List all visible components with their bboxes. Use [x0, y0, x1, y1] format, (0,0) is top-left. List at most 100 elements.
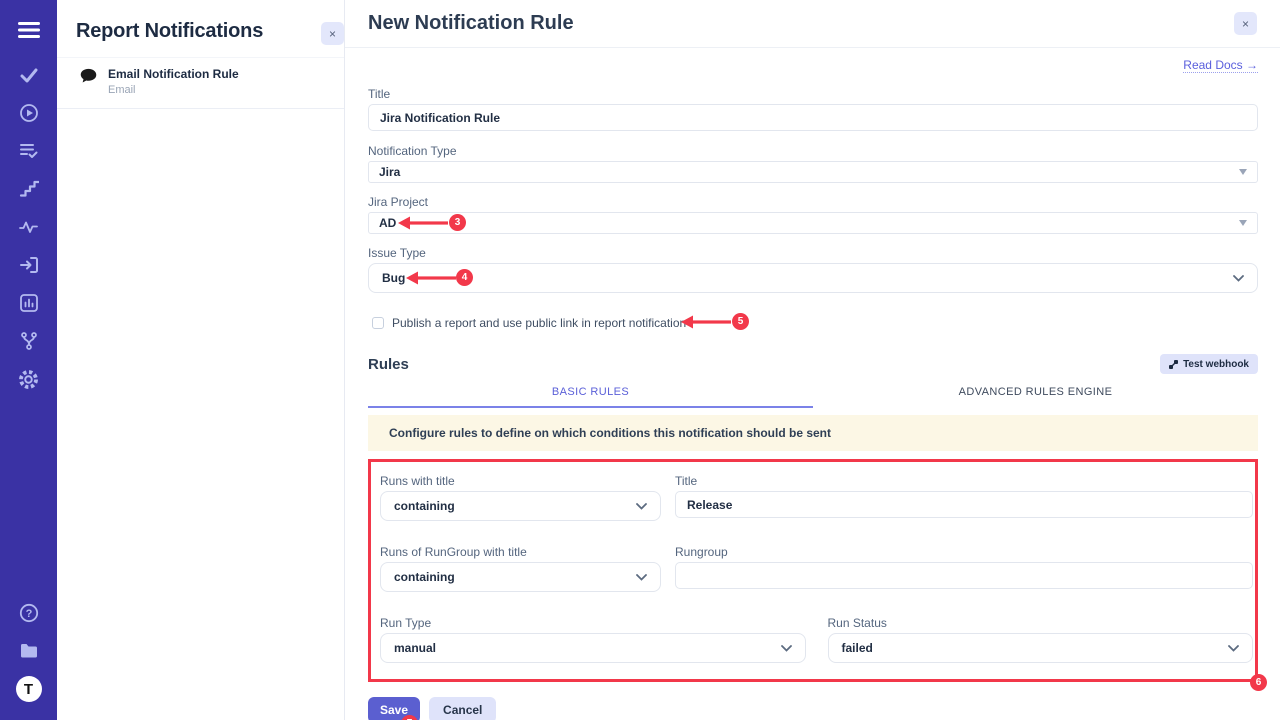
issue-type-value: Bug — [382, 271, 405, 285]
brand-letter: T — [24, 681, 33, 698]
list-item-text: Email Notification Rule Email — [108, 67, 239, 96]
chevron-down-icon — [636, 574, 647, 581]
runs-of-rungroup-label: Runs of RunGroup with title — [380, 545, 661, 559]
jira-project-value: AD — [379, 216, 396, 230]
run-status-label: Run Status — [828, 616, 1254, 630]
run-title-label: Title — [675, 474, 1253, 488]
sidebar-item-branches[interactable] — [0, 322, 57, 360]
annotation-marker-5: 5 — [732, 313, 749, 330]
rungroup-title-row: Runs of RunGroup with title containing R… — [380, 545, 1253, 592]
sidebar-item-test-plans[interactable] — [0, 132, 57, 170]
rungroup-field: Rungroup — [675, 545, 1253, 592]
publish-checkbox[interactable] — [372, 317, 384, 329]
notification-type-label: Notification Type — [368, 144, 1258, 158]
basic-rules-form: 6 Runs with title containing Title — [368, 459, 1258, 682]
tab-advanced-rules-engine[interactable]: ADVANCED RULES ENGINE — [813, 379, 1258, 408]
issue-type-label: Issue Type — [368, 246, 1258, 260]
sidebar-item-reports[interactable] — [0, 284, 57, 322]
chevron-down-icon — [1233, 275, 1244, 282]
sidebar-item-import[interactable] — [0, 246, 57, 284]
sidebar-item-activity[interactable] — [0, 208, 57, 246]
webhook-icon — [1169, 360, 1178, 369]
branch-icon — [19, 331, 39, 351]
run-title-input[interactable] — [675, 491, 1253, 518]
annotation-marker-6: 6 — [1250, 674, 1267, 691]
issue-type-select[interactable]: Bug — [368, 263, 1258, 293]
list-check-icon — [19, 141, 39, 161]
close-icon: × — [329, 28, 336, 40]
close-icon: × — [1242, 18, 1249, 30]
sidebar-item-projects[interactable] — [0, 632, 57, 670]
test-webhook-button[interactable]: Test webhook — [1160, 354, 1258, 374]
tab-basic-rules[interactable]: BASIC RULES — [368, 379, 813, 408]
title-input[interactable] — [368, 104, 1258, 131]
panel-title: Report Notifications — [76, 20, 344, 43]
folder-icon — [19, 642, 39, 660]
chevron-down-icon — [1228, 645, 1239, 652]
report-notifications-panel: Report Notifications × Email Notificatio… — [57, 0, 345, 720]
rules-heading: Rules — [368, 356, 409, 373]
steps-icon — [19, 179, 39, 199]
run-type-status-row: Run Type manual Run Status failed — [380, 616, 1253, 663]
rules-header: Rules Test webhook — [368, 354, 1258, 374]
chevron-down-icon — [781, 645, 792, 652]
title-field-group: Title — [368, 87, 1258, 131]
runs-of-rungroup-select[interactable]: containing — [380, 562, 661, 592]
sidebar-item-runs[interactable] — [0, 94, 57, 132]
cancel-button[interactable]: Cancel — [429, 697, 496, 720]
annotation-arrow-5 — [681, 314, 731, 330]
rungroup-label: Rungroup — [675, 545, 1253, 559]
app-window: ? T Report Notifications × — [0, 0, 1280, 720]
publish-checkbox-row: Publish a report and use public link in … — [372, 315, 1258, 330]
check-icon — [19, 65, 39, 85]
jira-project-select[interactable]: AD — [368, 212, 1258, 234]
panel-close-button[interactable]: × — [321, 22, 344, 45]
import-icon — [19, 255, 39, 275]
run-type-select[interactable]: manual — [380, 633, 806, 663]
read-docs-link[interactable]: Read Docs → — [1183, 58, 1258, 73]
form-actions: Save 7 Cancel — [368, 697, 1258, 720]
run-status-field: Run Status failed — [828, 616, 1254, 663]
page-title: New Notification Rule — [368, 12, 574, 35]
rules-info-banner: Configure rules to define on which condi… — [368, 415, 1258, 451]
hamburger-icon — [18, 21, 40, 39]
sidebar-item-settings[interactable] — [0, 360, 57, 398]
rules-tabs: BASIC RULES ADVANCED RULES ENGINE — [368, 379, 1258, 408]
notification-type-field-group: Notification Type Jira — [368, 144, 1258, 183]
runs-of-rungroup-field: Runs of RunGroup with title containing — [380, 545, 661, 592]
notification-type-select[interactable]: Jira — [368, 161, 1258, 183]
list-item-subtitle: Email — [108, 84, 239, 96]
chat-bubble-icon — [79, 67, 98, 85]
play-circle-icon — [19, 103, 39, 123]
notification-rule-list-item[interactable]: Email Notification Rule Email — [57, 57, 344, 109]
jira-project-field-group: Jira Project AD 3 — [368, 195, 1258, 234]
runs-with-title-field: Runs with title containing — [380, 474, 661, 521]
bar-chart-icon — [19, 293, 39, 313]
run-status-select[interactable]: failed — [828, 633, 1254, 663]
brand-logo: T — [16, 676, 42, 702]
primary-sidebar: ? T — [0, 0, 57, 720]
sidebar-item-tests[interactable] — [0, 56, 57, 94]
save-button[interactable]: Save — [368, 697, 420, 720]
title-label: Title — [368, 87, 1258, 101]
run-type-field: Run Type manual — [380, 616, 806, 663]
sidebar-item-brand[interactable]: T — [0, 670, 57, 708]
main-header: New Notification Rule × — [345, 0, 1280, 48]
svg-text:?: ? — [25, 608, 32, 620]
dropdown-triangle-icon — [1239, 169, 1247, 175]
test-webhook-label: Test webhook — [1183, 359, 1249, 370]
help-icon: ? — [19, 603, 39, 623]
menu-button[interactable] — [0, 12, 57, 48]
rungroup-input[interactable] — [675, 562, 1253, 589]
sidebar-item-steps[interactable] — [0, 170, 57, 208]
activity-pulse-icon — [19, 217, 39, 237]
runs-with-title-select[interactable]: containing — [380, 491, 661, 521]
sidebar-item-help[interactable]: ? — [0, 594, 57, 632]
new-notification-rule-pane: New Notification Rule × Read Docs → Titl… — [345, 0, 1280, 720]
gear-icon — [18, 369, 39, 390]
form-content: Read Docs → Title Notification Type Jira — [345, 48, 1280, 720]
main-close-button[interactable]: × — [1234, 12, 1257, 35]
jira-project-label: Jira Project — [368, 195, 1258, 209]
publish-checkbox-label: Publish a report and use public link in … — [392, 316, 686, 330]
runs-with-title-label: Runs with title — [380, 474, 661, 488]
